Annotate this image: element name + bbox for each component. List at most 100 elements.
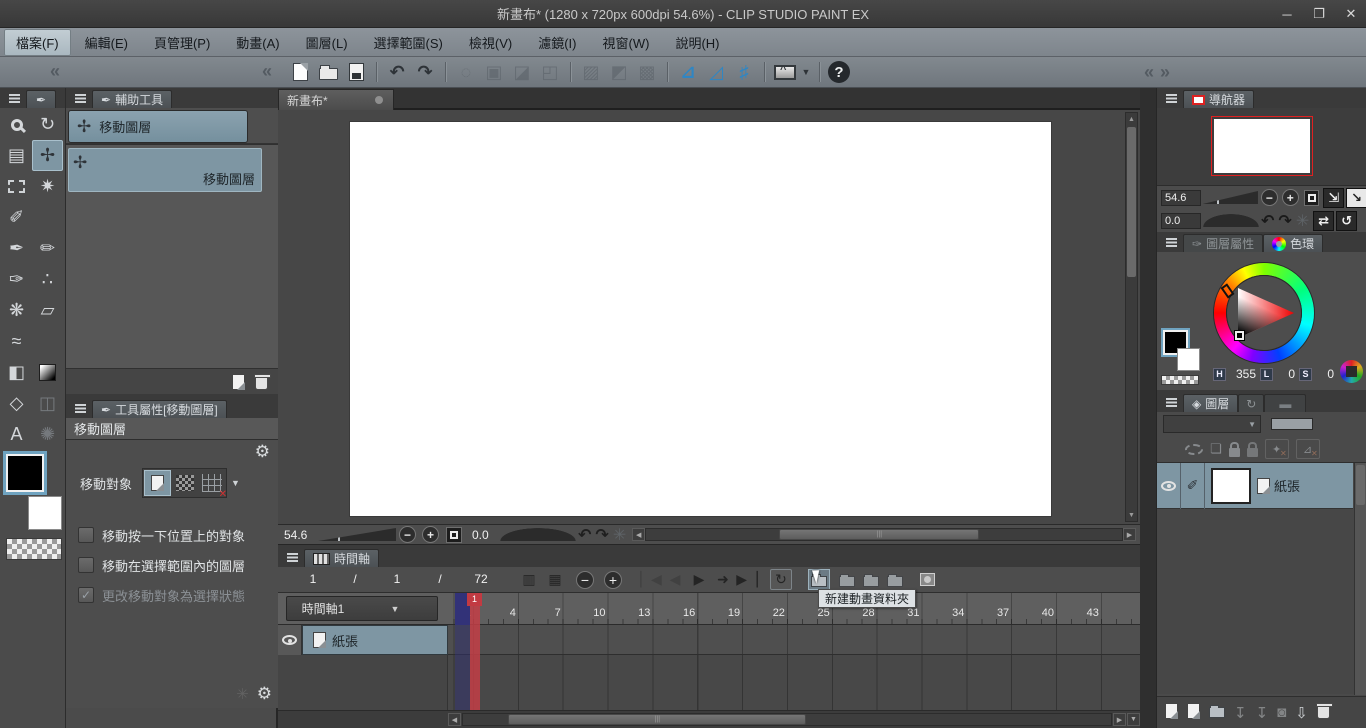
screen-mode-dropdown[interactable]: ▼ <box>800 60 812 84</box>
rotate-cw-button[interactable]: ↷ <box>595 525 608 545</box>
transparent-color-swatch[interactable] <box>6 538 62 560</box>
scroll-right-icon[interactable]: ▶ <box>1123 528 1136 541</box>
wrench-icon[interactable]: ⚙ <box>257 684 272 704</box>
menu-item[interactable]: 圖層(L) <box>294 29 360 56</box>
maximize-button[interactable]: ❐ <box>1310 6 1328 22</box>
close-button[interactable]: ✕ <box>1342 6 1360 22</box>
layer-scroll-thumb[interactable] <box>1356 465 1365 505</box>
subtool-group-tab[interactable]: ✢ 移動圖層 <box>68 110 248 143</box>
scroll-up-icon[interactable]: ▲ <box>1126 113 1137 125</box>
navigator-rotate-slider[interactable] <box>1203 214 1259 227</box>
zoom-out-button[interactable]: − <box>576 571 594 589</box>
palette-menu-icon[interactable] <box>70 400 90 416</box>
rotate-slider[interactable] <box>500 528 576 541</box>
zoom-in-button[interactable]: + <box>604 571 622 589</box>
onion-skin-button[interactable] <box>916 569 938 590</box>
rotate-ccw-button[interactable]: ↶ <box>578 525 591 545</box>
timeline-track-row[interactable]: 紙張 <box>278 625 1140 655</box>
save-button[interactable] <box>343 60 369 84</box>
go-to-end-button[interactable]: ▶▕ <box>736 569 758 590</box>
layer-property-tab[interactable]: ✑圖層屬性 <box>1183 234 1263 252</box>
snap-to-grid-button[interactable]: ♯ <box>731 60 757 84</box>
horizontal-scrollbar[interactable]: ◀ ||| ▶ <box>632 527 1136 542</box>
chevron-down-icon[interactable]: ▼ <box>231 478 240 488</box>
delete-layer-button[interactable] <box>1317 702 1330 723</box>
canvas-tab[interactable]: 新畫布* <box>278 89 394 110</box>
zoom-in-button[interactable]: + <box>422 526 439 543</box>
fit-to-window-button[interactable] <box>446 527 462 543</box>
scroll-down-icon[interactable]: ▼ <box>1126 509 1137 521</box>
timeline-ruler[interactable]: 147101316192225283134374043 時間軸1 ▼ <box>278 593 1140 625</box>
scroll-left-icon[interactable]: ◀ <box>448 713 461 726</box>
next-frame-button[interactable]: ➜ <box>712 569 734 590</box>
timeline-scroll-thumb[interactable]: ||| <box>508 714 806 725</box>
new-layer-button[interactable] <box>1187 703 1200 723</box>
flip-horizontal-button[interactable]: ⇄ <box>1313 211 1334 231</box>
layer-edit-target-cell[interactable]: ✐ <box>1181 463 1205 509</box>
vertical-scrollbar[interactable]: ▲ ▼ <box>1125 112 1138 522</box>
new-raster-layer-button[interactable] <box>1165 703 1178 723</box>
loop-button[interactable]: ↻ <box>770 569 792 590</box>
figure-tool[interactable]: ◇ <box>1 388 32 419</box>
timeline-select-dropdown[interactable]: 時間軸1 ▼ <box>286 596 438 621</box>
hue-marker[interactable] <box>1220 283 1234 298</box>
canvas-viewport[interactable]: ▲ ▼ <box>278 110 1140 524</box>
layer-visibility-cell[interactable] <box>1157 463 1181 509</box>
airbrush-tool[interactable]: ∴ <box>32 264 63 295</box>
zoom-slider[interactable] <box>318 528 396 541</box>
tool-palette-tab[interactable]: ✒ <box>26 90 56 108</box>
gradient-tool[interactable] <box>32 357 63 388</box>
navigator-zoom-value[interactable]: 54.6 <box>1161 190 1201 206</box>
layer-list-scrollbar[interactable] <box>1354 463 1366 695</box>
eyedropper-tool[interactable]: ✐ <box>1 202 32 233</box>
menu-item[interactable]: 動畫(A) <box>224 29 291 56</box>
zoom-in-button[interactable]: + <box>1282 189 1299 206</box>
navigator-preview[interactable] <box>1157 108 1366 186</box>
zoom-out-button[interactable]: − <box>1261 189 1278 206</box>
canvas-page[interactable] <box>350 122 1051 516</box>
expand-right-icon[interactable]: » <box>1160 62 1170 83</box>
minimize-button[interactable]: ─ <box>1278 7 1296 22</box>
blend-mode-dropdown[interactable] <box>1163 415 1261 433</box>
selection-tool[interactable] <box>1 171 32 202</box>
menu-item[interactable]: 選擇範圍(S) <box>362 29 455 56</box>
brush-tool[interactable]: ✑ <box>1 264 32 295</box>
move-layer-tool[interactable]: ✢ <box>32 140 63 171</box>
navigator-tab[interactable]: 導航器 <box>1183 90 1254 108</box>
redo-button[interactable]: ↷ <box>412 60 438 84</box>
open-file-button[interactable] <box>315 60 341 84</box>
actual-size-button[interactable]: ↘ <box>1346 188 1366 208</box>
end-frame-field[interactable]: 72 <box>466 572 496 588</box>
scroll-left-icon[interactable]: ◀ <box>632 528 645 541</box>
timeline-display-button[interactable]: ▥ <box>518 569 540 590</box>
delete-subtool-icon[interactable] <box>255 377 268 390</box>
rotate-canvas-tool[interactable]: ↻ <box>32 109 63 140</box>
undo-button[interactable]: ↶ <box>384 60 410 84</box>
zoom-tool[interactable] <box>1 109 32 140</box>
navigator-rotate-value[interactable]: 0.0 <box>1161 213 1201 229</box>
subtool-palette-tab[interactable]: ✒輔助工具 <box>92 90 172 108</box>
menu-item[interactable]: 檔案(F) <box>4 29 71 56</box>
move-target-grid-button[interactable] <box>198 470 225 496</box>
saturated-line-tool[interactable]: ✺ <box>32 419 63 450</box>
menu-item[interactable]: 頁管理(P) <box>142 29 222 56</box>
start-frame-field[interactable]: 1 <box>382 572 412 588</box>
blend-tool[interactable]: ≈ <box>1 326 32 357</box>
color-mixer-icon[interactable] <box>1340 360 1363 383</box>
layer-row-paper[interactable]: ✐ 紙張 <box>1157 463 1353 509</box>
timeline-thumbnail-button[interactable]: ▦ <box>544 569 566 590</box>
rotate-cw-button[interactable]: ↷ <box>1278 211 1291 231</box>
close-tab-icon[interactable] <box>375 96 383 104</box>
scroll-right-icon[interactable]: ▶ <box>1113 713 1126 726</box>
collapse-left2-icon[interactable]: « <box>262 61 272 82</box>
snap-to-special-ruler-button[interactable]: ◿ <box>703 60 729 84</box>
frame-border-tool[interactable]: ◫ <box>32 388 63 419</box>
reset-flip-button[interactable]: ↺ <box>1336 211 1357 231</box>
text-tool[interactable]: A <box>1 419 32 450</box>
horizontal-scroll-thumb[interactable]: ||| <box>779 529 979 540</box>
help-button[interactable]: ? <box>828 61 850 83</box>
palette-menu-icon[interactable] <box>1161 90 1181 106</box>
add-subtool-icon[interactable] <box>232 374 245 390</box>
palette-menu-icon[interactable] <box>282 549 302 565</box>
auto-select-tool[interactable]: ✷ <box>32 171 63 202</box>
